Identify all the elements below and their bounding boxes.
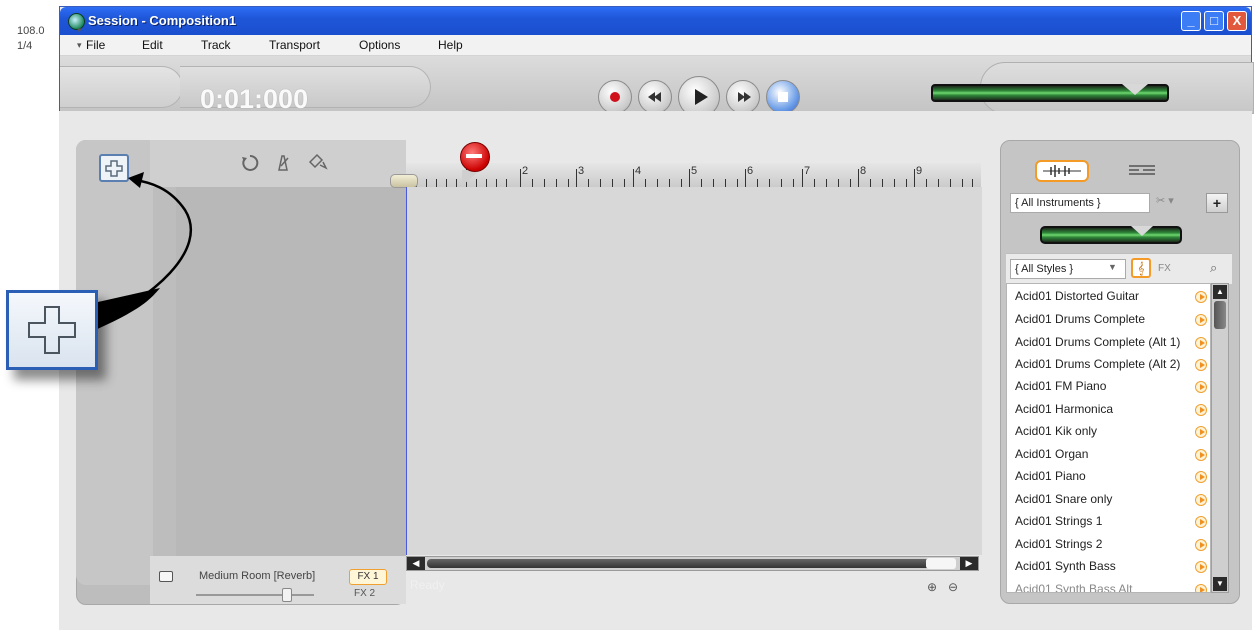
magnified-add-button-callout — [6, 290, 98, 370]
callout-arrow — [94, 172, 193, 330]
add-track-icon — [28, 306, 76, 354]
